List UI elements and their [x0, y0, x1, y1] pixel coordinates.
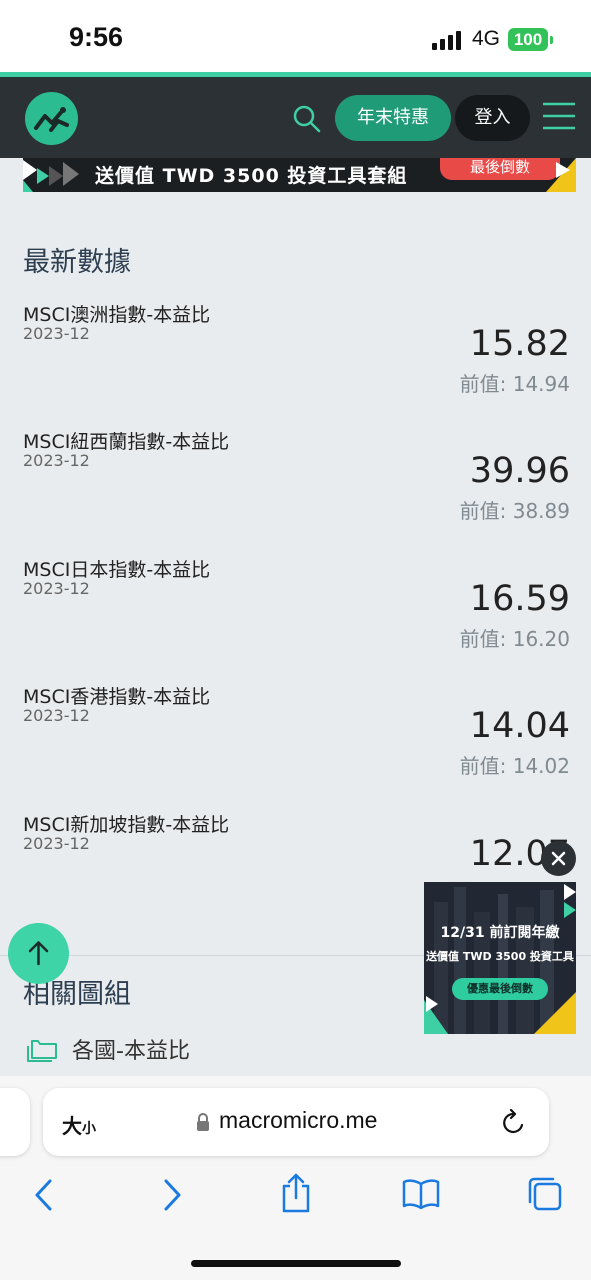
indicator-date: 2023-12: [23, 579, 90, 598]
list-item[interactable]: MSCI紐西蘭指數-本益比 2023-12 39.96 前值: 38.89: [23, 427, 570, 547]
lock-icon: [197, 1113, 209, 1131]
close-icon: [551, 851, 566, 866]
indicator-previous: 前值: 14.94: [459, 372, 570, 396]
indicator-name: MSCI日本指數-本益比: [23, 559, 211, 581]
text-size-button[interactable]: 大小: [62, 1110, 96, 1139]
banner-decoration-icon: [23, 160, 79, 192]
indicator-previous: 前值: 16.20: [459, 627, 570, 651]
floating-ad[interactable]: 12/31 前訂閱年繳 送價值 TWD 3500 投資工具 優惠最後倒數: [424, 882, 576, 1034]
indicator-name: MSCI香港指數-本益比: [23, 686, 211, 708]
login-button[interactable]: 登入: [455, 95, 530, 141]
list-item[interactable]: MSCI日本指數-本益比 2023-12 16.59 前值: 16.20: [23, 555, 570, 675]
latest-data-title: 最新數據: [23, 247, 131, 278]
indicator-previous: 前值: 38.89: [459, 499, 570, 523]
site-header: 年末特惠 登入: [0, 77, 591, 158]
promo-banner[interactable]: 送價值 TWD 3500 投資工具套組 最後倒數: [23, 158, 576, 192]
year-end-promo-button[interactable]: 年末特惠: [335, 95, 451, 141]
bookmarks-icon[interactable]: [402, 1178, 440, 1210]
url-text: macromicro.me: [219, 1107, 378, 1133]
indicator-name: MSCI新加坡指數-本益比: [23, 814, 230, 836]
indicator-date: 2023-12: [23, 324, 90, 343]
previous-tab-card[interactable]: [0, 1088, 30, 1156]
battery-icon: 100: [508, 28, 553, 51]
status-time: 9:56: [69, 22, 124, 52]
back-to-top-button[interactable]: [8, 923, 69, 984]
indicator-name: MSCI紐西蘭指數-本益比: [23, 431, 230, 453]
list-item[interactable]: MSCI澳洲指數-本益比 2023-12 15.82 前值: 14.94: [23, 300, 570, 420]
related-folder-link[interactable]: 各國-本益比: [72, 1033, 190, 1065]
forward-icon[interactable]: [160, 1178, 184, 1212]
banner-text: 送價值 TWD 3500 投資工具套組: [95, 165, 408, 187]
signal-icon: [432, 31, 461, 50]
indicator-previous: 前值: 14.02: [459, 754, 570, 778]
indicator-value: 14.04: [469, 706, 570, 746]
status-bar: 9:56 4G 100: [0, 0, 591, 72]
share-icon[interactable]: [280, 1172, 312, 1214]
address-bar[interactable]: 大小 macromicro.me: [43, 1088, 549, 1156]
indicator-date: 2023-12: [23, 451, 90, 470]
close-ad-button[interactable]: [541, 841, 576, 876]
indicator-value: 15.82: [469, 324, 570, 364]
text-size-small: 小: [82, 1121, 96, 1137]
text-size-large: 大: [62, 1114, 82, 1138]
banner-corner-icon: [546, 158, 576, 192]
logo-icon[interactable]: [25, 92, 78, 145]
indicator-name: MSCI澳洲指數-本益比: [23, 304, 211, 326]
indicator-date: 2023-12: [23, 834, 90, 853]
arrow-up-icon: [28, 941, 49, 966]
tabs-icon[interactable]: [527, 1176, 563, 1212]
indicator-value: 16.59: [469, 579, 570, 619]
home-indicator: [191, 1260, 401, 1267]
list-item[interactable]: MSCI香港指數-本益比 2023-12 14.04 前值: 14.02: [23, 682, 570, 802]
countdown-badge: 最後倒數: [440, 158, 560, 180]
back-icon[interactable]: [32, 1178, 56, 1212]
folder-icon: [27, 1040, 57, 1062]
hamburger-menu-icon[interactable]: [542, 101, 576, 131]
ad-subline: 送價值 TWD 3500 投資工具: [426, 950, 574, 963]
network-type: 4G: [472, 27, 501, 50]
indicator-value: 39.96: [469, 451, 570, 491]
search-icon[interactable]: [292, 104, 322, 134]
indicator-date: 2023-12: [23, 706, 90, 725]
reload-icon[interactable]: [501, 1109, 527, 1137]
ad-cta-button[interactable]: 優惠最後倒數: [452, 978, 548, 1000]
ad-headline: 12/31 前訂閱年繳: [440, 925, 560, 941]
